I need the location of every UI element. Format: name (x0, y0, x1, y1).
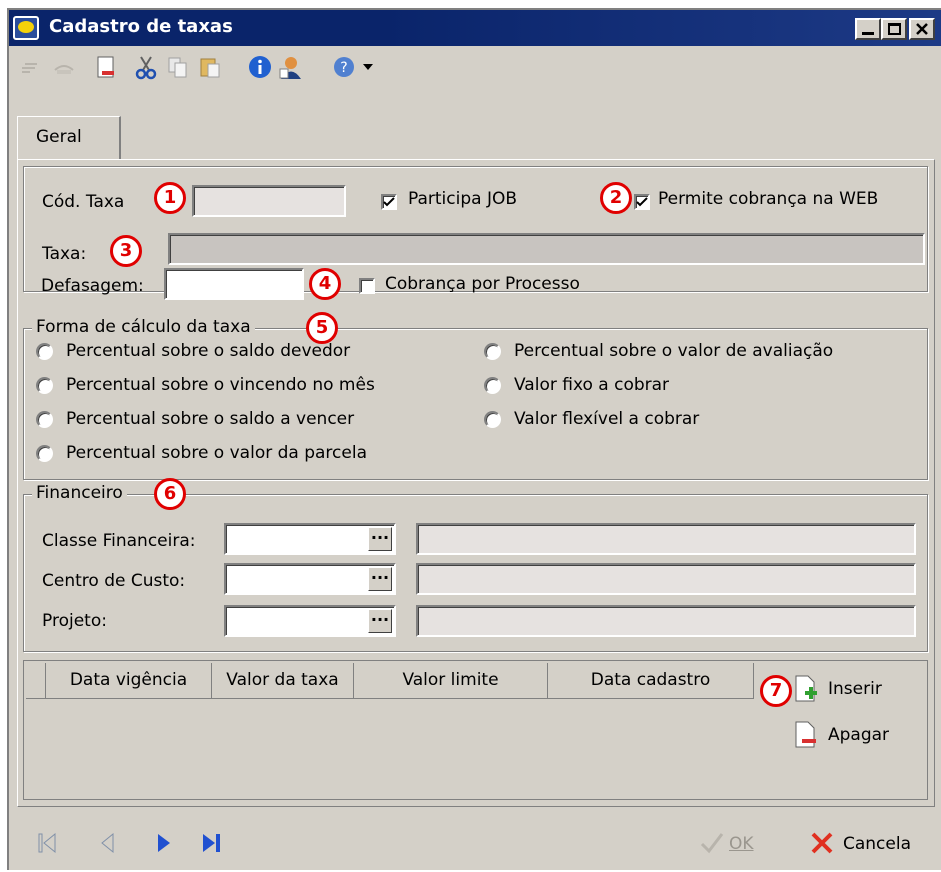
svg-text:?: ? (340, 60, 347, 76)
marker-3: 3 (110, 235, 142, 267)
new-document-icon[interactable] (93, 54, 119, 80)
projeto-description (416, 605, 916, 637)
column-valor-limite[interactable]: Valor limite (354, 663, 548, 699)
radio-saldo-devedor-label: Percentual sobre o saldo devedor (66, 341, 351, 361)
cod-taxa-field[interactable] (192, 185, 346, 217)
taxa-label: Taxa: (42, 244, 87, 264)
cancel-x-icon (811, 832, 833, 854)
radio-valor-fixo[interactable] (484, 377, 501, 394)
ok-button[interactable]: OK (699, 826, 779, 860)
checkmark-icon (383, 197, 395, 207)
copy-icon[interactable] (165, 54, 191, 80)
help-icon[interactable]: ? (331, 54, 357, 80)
apagar-label: Apagar (828, 725, 890, 745)
delete-document-icon (795, 721, 816, 748)
grid-header: Data vigência Valor da taxa Valor limite… (26, 663, 754, 699)
radio-valor-fixo-label: Valor fixo a cobrar (514, 375, 670, 395)
cancel-label: Cancela (843, 834, 912, 854)
cobranca-processo-checkbox[interactable] (359, 278, 375, 294)
classe-financeira-description (416, 523, 916, 555)
tab-geral-label: Geral (36, 127, 82, 147)
app-logo-icon (13, 16, 39, 40)
previous-record-icon[interactable] (95, 830, 121, 856)
projeto-lookup-button[interactable]: ... (368, 608, 392, 633)
cod-taxa-label: Cód. Taxa (42, 192, 125, 212)
paste-icon[interactable] (197, 54, 223, 80)
undo-icon[interactable] (17, 54, 43, 80)
financeiro-legend: Financeiro (32, 483, 127, 503)
marker-1: 1 (154, 182, 186, 214)
close-button[interactable] (909, 18, 935, 40)
forma-calculo-group: Forma de cálculo da taxa 5 Percentual so… (23, 312, 928, 480)
participa-job-checkbox[interactable] (381, 194, 397, 210)
radio-valor-flexivel-label: Valor flexível a cobrar (514, 409, 700, 429)
radio-valor-avaliacao-label: Percentual sobre o valor de avaliação (514, 341, 834, 361)
marker-6: 6 (154, 478, 186, 510)
radio-saldo-vencer[interactable] (36, 411, 53, 428)
radio-valor-avaliacao[interactable] (484, 343, 501, 360)
checkmark-icon (636, 197, 648, 207)
radio-valor-flexivel[interactable] (484, 411, 501, 428)
defasagem-field[interactable] (164, 268, 304, 300)
centro-custo-field[interactable]: ... (224, 563, 396, 595)
radio-valor-parcela[interactable] (36, 445, 53, 462)
radio-saldo-devedor[interactable] (36, 343, 53, 360)
apagar-button[interactable]: Apagar (794, 717, 914, 753)
close-icon (916, 23, 928, 35)
permite-cobranca-checkbox[interactable] (634, 194, 650, 210)
marker-5: 5 (306, 312, 338, 344)
row-indicator-header (26, 663, 46, 699)
insert-document-icon (795, 675, 817, 702)
participa-job-label: Participa JOB (408, 189, 518, 209)
last-record-icon[interactable] (199, 830, 225, 856)
radio-valor-parcela-label: Percentual sobre o valor da parcela (66, 443, 367, 463)
toolbar: ? (9, 46, 941, 86)
ok-label: OK (729, 834, 754, 854)
projeto-label: Projeto: (42, 611, 107, 631)
classe-financeira-label: Classe Financeira: (42, 531, 196, 551)
cut-icon[interactable] (133, 54, 159, 80)
cancel-button[interactable]: Cancela (809, 826, 939, 860)
maximize-icon (887, 23, 901, 35)
checkmark-icon (700, 833, 724, 854)
next-record-icon[interactable] (151, 830, 177, 856)
inserir-label: Inserir (828, 679, 882, 699)
taxa-history-grid[interactable]: Data vigência Valor da taxa Valor limite… (23, 660, 928, 800)
minimize-button[interactable] (855, 18, 881, 40)
user-icon[interactable] (277, 54, 303, 80)
centro-custo-lookup-button[interactable]: ... (368, 566, 392, 591)
maximize-button[interactable] (881, 18, 907, 40)
centro-custo-description (416, 563, 916, 595)
inserir-button[interactable]: Inserir (794, 671, 914, 707)
tab-geral[interactable]: Geral (17, 116, 121, 160)
redo-icon[interactable] (51, 54, 77, 80)
first-record-icon[interactable] (35, 830, 61, 856)
taxa-field[interactable] (168, 233, 925, 265)
minimize-icon (862, 32, 874, 35)
permite-cobranca-label: Permite cobrança na WEB (658, 189, 879, 209)
centro-custo-label: Centro de Custo: (42, 571, 186, 591)
marker-2: 2 (600, 182, 632, 214)
radio-saldo-vencer-label: Percentual sobre o saldo a vencer (66, 409, 355, 429)
classe-financeira-lookup-button[interactable]: ... (368, 526, 392, 551)
projeto-field[interactable]: ... (224, 605, 396, 637)
financeiro-group: Financeiro 6 Classe Financeira: ... Cent… (23, 478, 928, 652)
dropdown-arrow-icon[interactable] (355, 54, 381, 80)
cobranca-processo-label: Cobrança por Processo (385, 274, 580, 294)
classe-financeira-field[interactable]: ... (224, 523, 396, 555)
dialog-window: Cadastro de taxas ? Geral Cód. Taxa 1 Pa… (7, 8, 941, 870)
radio-vincendo-mes-label: Percentual sobre o vincendo no mês (66, 375, 375, 395)
defasagem-label: Defasagem: (41, 276, 144, 296)
info-icon[interactable] (247, 54, 273, 80)
title-bar[interactable]: Cadastro de taxas (9, 10, 941, 46)
bottom-bar: OK Cancela (9, 812, 941, 872)
column-data-vigencia[interactable]: Data vigência (46, 663, 212, 699)
marker-7: 7 (760, 675, 792, 707)
column-valor-taxa[interactable]: Valor da taxa (212, 663, 354, 699)
forma-calculo-legend: Forma de cálculo da taxa (32, 317, 255, 337)
window-title: Cadastro de taxas (49, 16, 233, 37)
radio-vincendo-mes[interactable] (36, 377, 53, 394)
column-data-cadastro[interactable]: Data cadastro (548, 663, 754, 699)
marker-4: 4 (309, 268, 341, 300)
